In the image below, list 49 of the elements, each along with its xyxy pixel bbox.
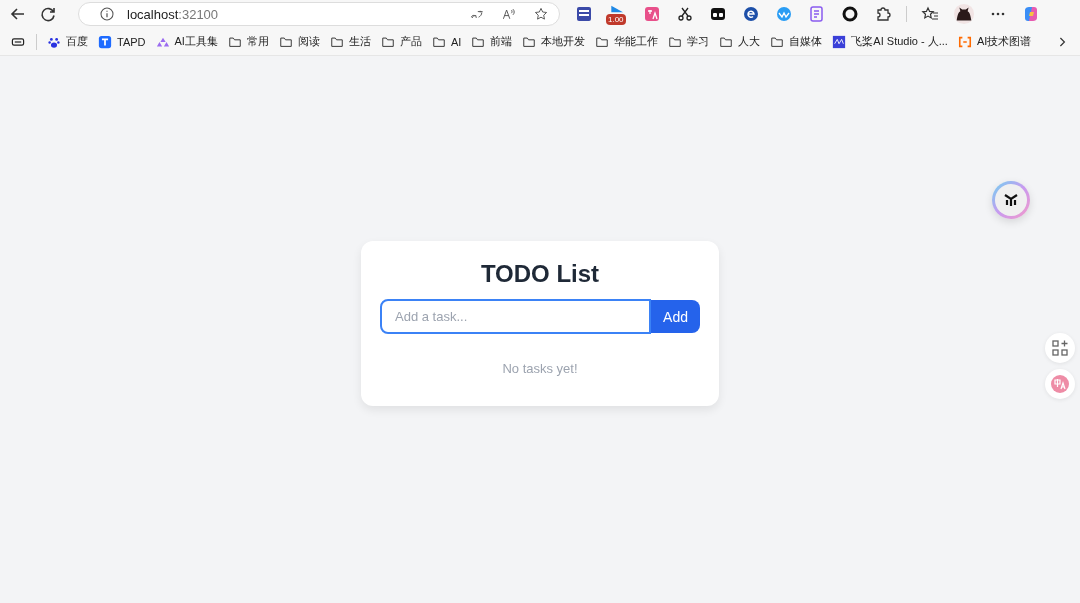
bookmark[interactable]: 人大 — [719, 34, 761, 49]
folder-icon — [770, 34, 785, 49]
folder-icon — [471, 34, 486, 49]
folder-icon — [431, 34, 446, 49]
star-icon[interactable] — [533, 6, 549, 22]
folder-icon — [522, 34, 537, 49]
bookmark[interactable]: 阅读 — [278, 34, 320, 49]
bookmark[interactable]: 常用 — [227, 34, 269, 49]
paddle-logo-icon — [832, 34, 847, 49]
folder-icon — [668, 34, 683, 49]
bookmark[interactable]: AI技术图谱 — [957, 34, 1032, 49]
bookmark[interactable]: TAPD — [98, 34, 146, 49]
window-icon[interactable] — [574, 4, 594, 24]
t-logo-icon — [98, 34, 112, 49]
profile-avatar-icon[interactable] — [953, 3, 975, 25]
extension-button[interactable]: 1.00 — [607, 3, 629, 25]
e-logo-icon[interactable] — [741, 4, 761, 24]
task-input-field[interactable]: Add a task... — [380, 299, 652, 334]
bookmark[interactable]: 学习 — [668, 34, 710, 49]
wave-logo-icon[interactable] — [774, 4, 794, 24]
bookmark[interactable]: 百度 — [47, 34, 88, 49]
bookmark[interactable]: 前端 — [471, 34, 513, 49]
bookmark[interactable]: 生活 — [329, 34, 371, 49]
extension-badge: 1.00 — [606, 14, 626, 25]
bookmark[interactable]: 华能工作 — [595, 34, 659, 49]
folder-icon — [719, 34, 734, 49]
bookmark[interactable]: 本地开发 — [522, 34, 586, 49]
grid-plus-icon — [1050, 338, 1070, 358]
folder-icon — [380, 34, 395, 49]
apps-button[interactable] — [1045, 333, 1075, 363]
todo-title: TODO List — [480, 259, 600, 289]
folder-icon — [329, 34, 344, 49]
folder-icon — [227, 34, 242, 49]
info-icon[interactable] — [99, 6, 115, 22]
url-port: :32100 — [178, 6, 219, 22]
brackets-icon — [957, 34, 972, 49]
folder-icon — [595, 34, 610, 49]
add-button[interactable]: Add — [651, 300, 700, 333]
bookmark[interactable]: 产品 — [380, 34, 422, 49]
bookmark[interactable]: 自媒体 — [770, 34, 823, 49]
bookmark[interactable]: AI工具集 — [155, 34, 218, 49]
bookmark[interactable]: AI — [431, 34, 462, 49]
address-bar[interactable]: localhost:32100 — [78, 2, 560, 26]
read-aloud-icon[interactable] — [501, 6, 517, 22]
bookmark[interactable]: 飞桨AI Studio - 人... — [832, 34, 948, 49]
folder-icon — [278, 34, 293, 49]
empty-message: No tasks yet! — [502, 361, 578, 376]
ring-icon[interactable] — [840, 4, 860, 24]
url-host: localhost — [127, 6, 179, 22]
